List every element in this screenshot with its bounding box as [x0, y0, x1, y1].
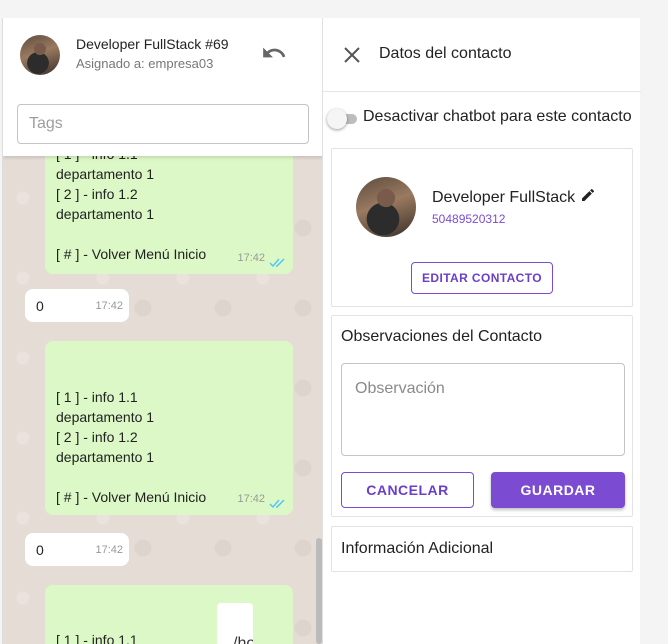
chat-panel: [ 1 ] - info 1.1 departamento 1 [ 2 ] - … [2, 18, 322, 644]
contact-phone: 50489520312 [432, 212, 506, 226]
chat-assigned-to: Asignado a: empresa03 [76, 56, 214, 71]
message-line: [ 2 ] - info 1.2 [56, 186, 138, 202]
message-line: departamento 1 [56, 449, 155, 465]
contact-card: Developer FullStack 50489520312 EDITAR C… [331, 148, 633, 307]
message-line: [ # ] - Volver Menú Inicio [56, 489, 207, 505]
additional-info-card[interactable]: Información Adicional [331, 526, 633, 572]
message-bubble-outgoing[interactable]: [ 1 ] - info 1.1 [45, 585, 293, 644]
message-time: 17:42 [237, 493, 265, 505]
message-bubble-incoming[interactable]: 0 17:42 [25, 289, 129, 322]
chat-header: Developer FullStack #69 Asignado a: empr… [3, 18, 322, 92]
save-button[interactable]: GUARDAR [491, 472, 625, 508]
message-line [56, 467, 206, 487]
cancel-button[interactable]: CANCELAR [341, 472, 474, 508]
message-line: [ 2 ] - info 1.2 [56, 429, 138, 445]
additional-info-title: Información Adicional [341, 540, 494, 557]
contact-name: Developer FullStack [432, 189, 576, 206]
close-icon[interactable] [343, 46, 361, 64]
toggle-knob [327, 109, 347, 129]
contact-drawer: Datos del contacto Desactivar chatbot pa… [322, 18, 641, 644]
quick-reply-popup[interactable]: /ho [217, 603, 253, 644]
chat-title: Developer FullStack #69 [76, 36, 229, 52]
message-bubble-outgoing[interactable]: [ 1 ] - info 1.1 departamento 1 [ 2 ] - … [45, 341, 293, 515]
message-line: [ 1 ] - info 1.1 [56, 389, 138, 405]
message-line: [ # ] - Volver Menú Inicio [56, 246, 207, 262]
message-line: departamento 1 [56, 409, 155, 425]
double-check-icon [269, 258, 285, 268]
message-line: departamento 1 [56, 206, 155, 222]
message-text: 0 [36, 298, 44, 314]
tags-bar [3, 92, 322, 156]
message-time: 17:42 [237, 252, 265, 264]
message-text: [ 1 ] - info 1.1 departamento 1 [ 2 ] - … [56, 144, 206, 264]
message-text: [ 1 ] - info 1.1 departamento 1 [ 2 ] - … [56, 387, 206, 507]
edit-contact-button[interactable]: EDITAR CONTACTO [411, 262, 553, 294]
pencil-icon[interactable] [580, 187, 596, 203]
app-root: [ 1 ] - info 1.1 departamento 1 [ 2 ] - … [0, 0, 668, 644]
undo-icon[interactable] [261, 40, 287, 66]
avatar [356, 177, 416, 237]
drawer-title: Datos del contacto [379, 45, 512, 62]
double-check-icon [269, 499, 285, 509]
observation-field[interactable] [341, 363, 625, 456]
message-text: [ 1 ] - info 1.1 [56, 632, 138, 644]
avatar[interactable] [20, 35, 60, 75]
message-text: 0 [36, 542, 44, 558]
message-time: 17:42 [95, 544, 123, 556]
tags-input[interactable] [17, 104, 309, 144]
observations-title: Observaciones del Contacto [341, 328, 542, 345]
message-bubble-incoming[interactable]: 0 17:42 [25, 533, 129, 566]
chatbot-toggle[interactable] [327, 108, 359, 129]
drawer-header: Datos del contacto [323, 18, 641, 92]
message-line: departamento 1 [56, 166, 155, 182]
observations-card: Observaciones del Contacto CANCELAR GUAR… [331, 315, 633, 517]
message-line [56, 224, 206, 244]
message-time: 17:42 [95, 300, 123, 312]
chatbot-toggle-label: Desactivar chatbot para este contacto [363, 108, 632, 125]
